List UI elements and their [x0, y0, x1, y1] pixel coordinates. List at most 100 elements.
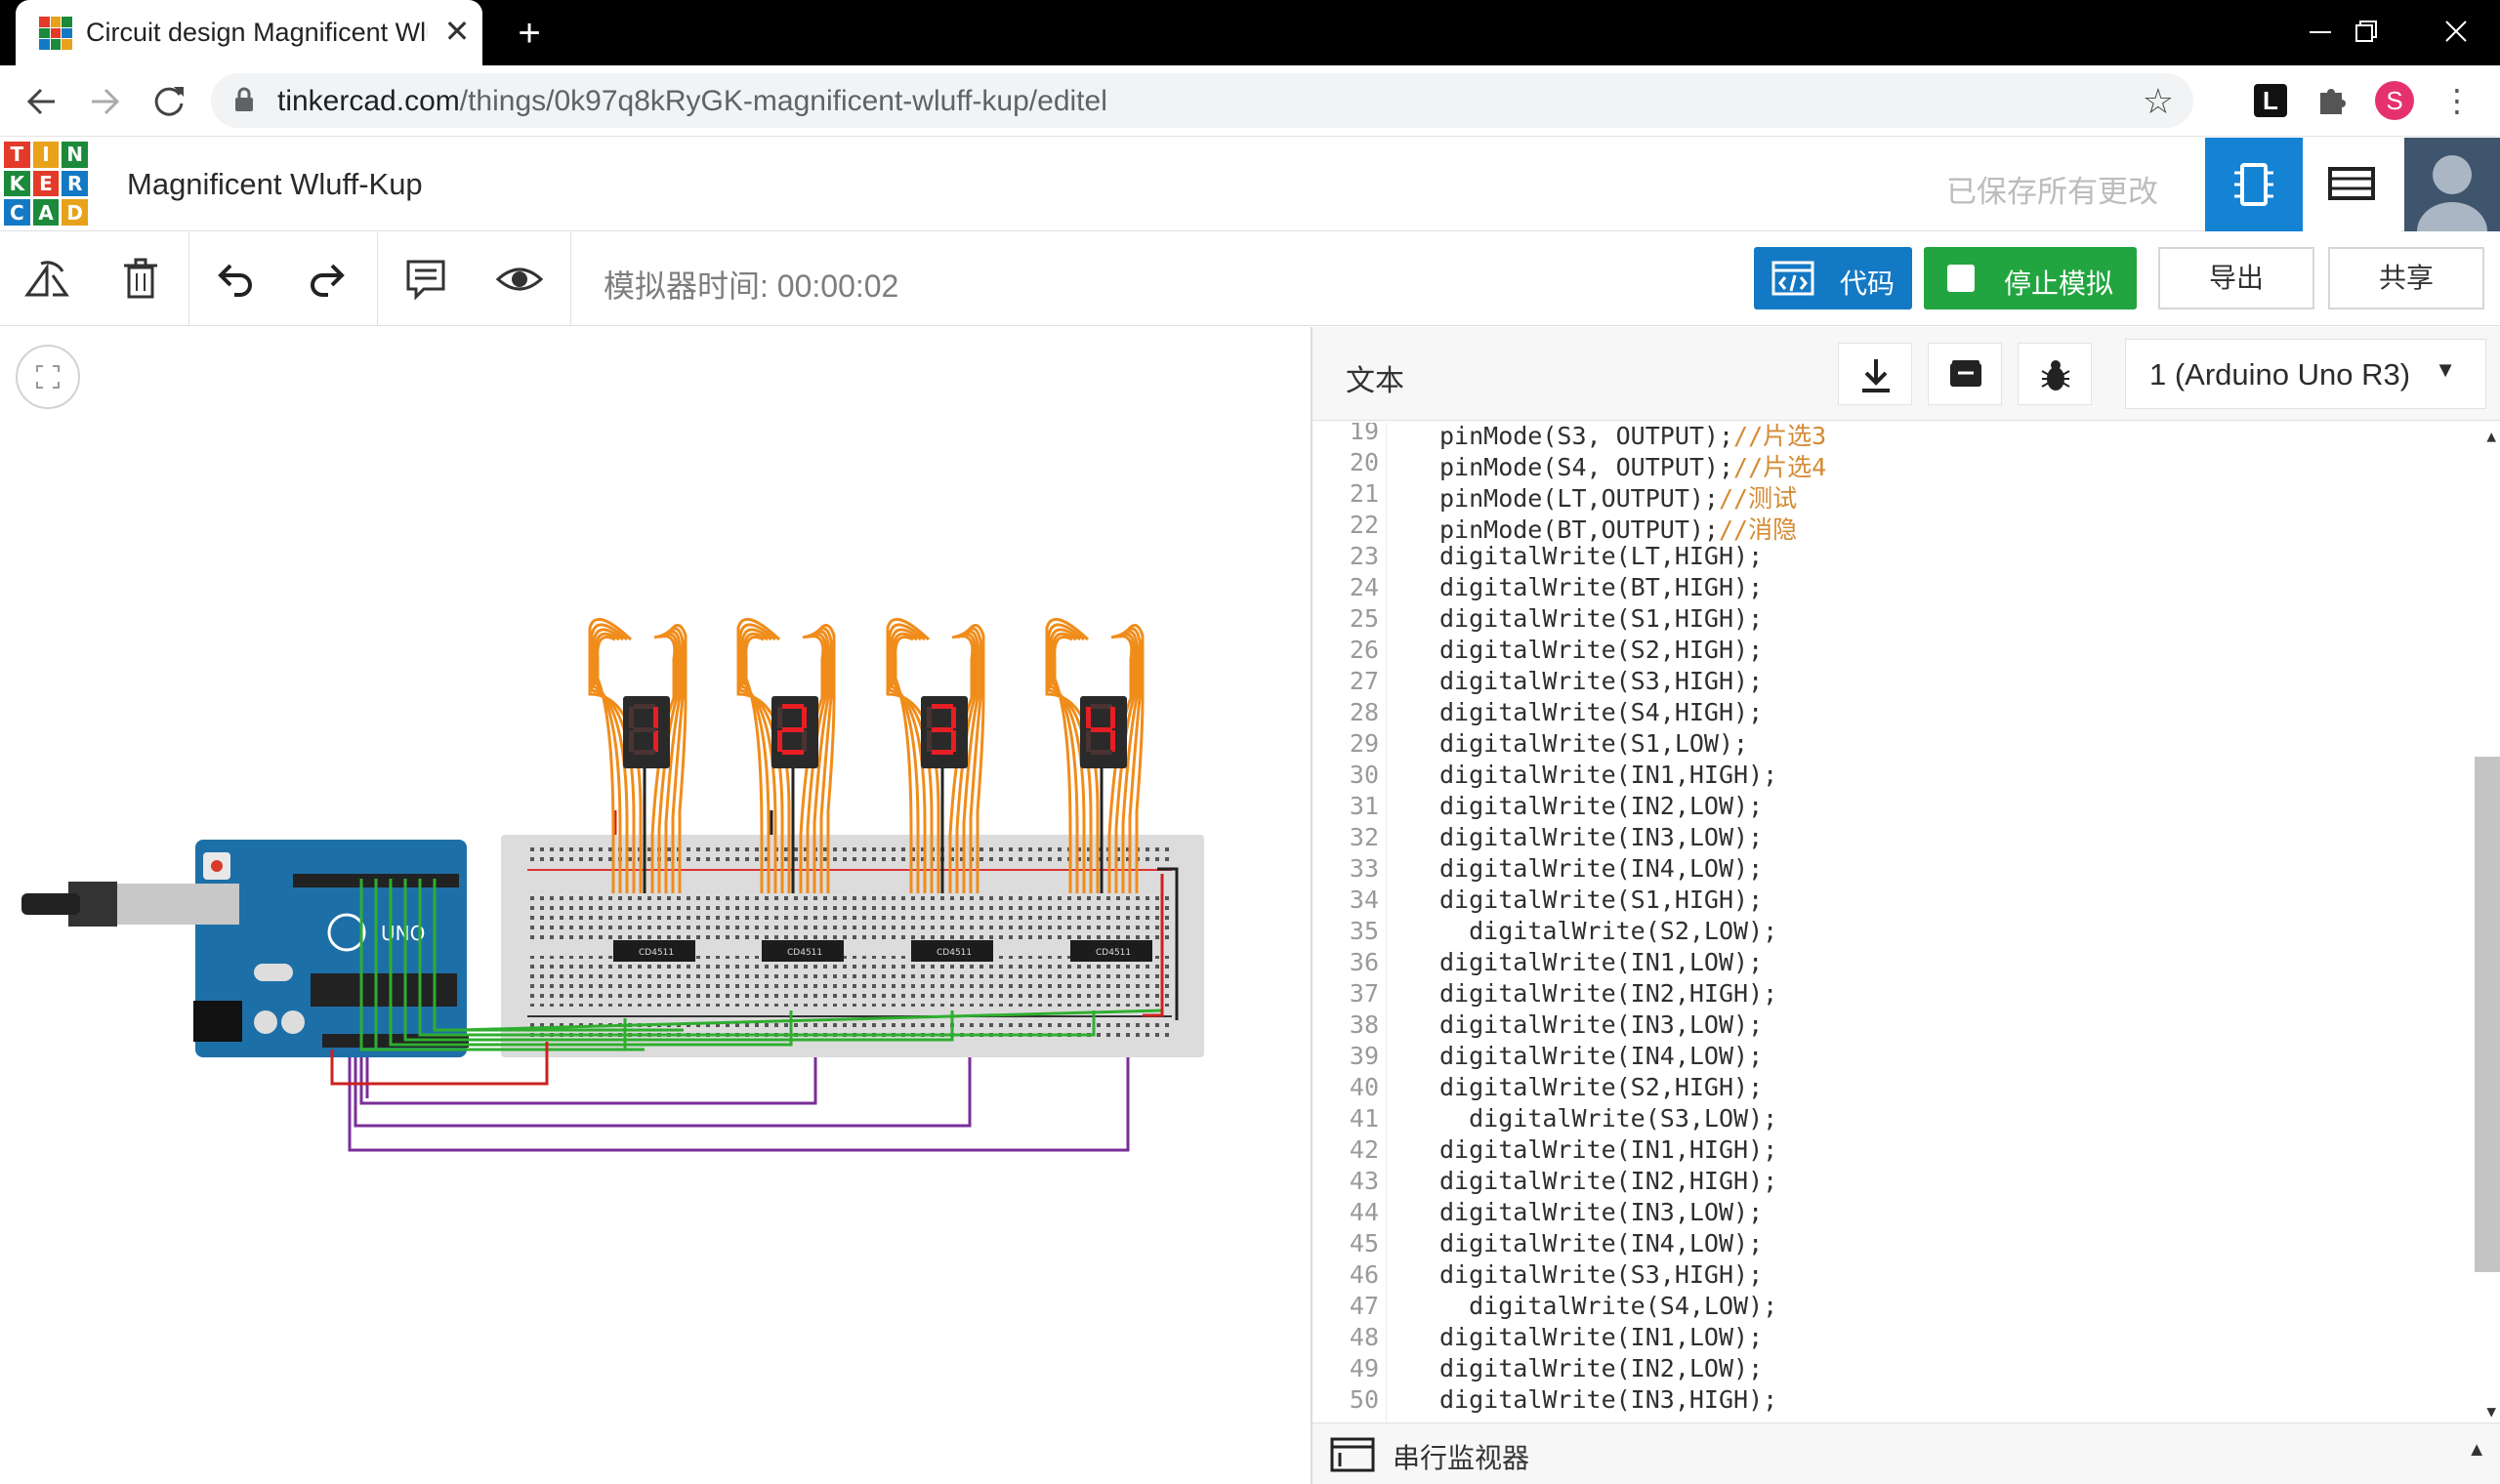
code-line: digitalWrite(S4,LOW); [1439, 1292, 1777, 1320]
arduino-uno-board[interactable]: UNO [21, 840, 469, 1384]
code-editor[interactable]: 19 20 21 22 23 24 25 26 27 28 29 30 31 32 33 34 35 36 37 38… [1312, 423, 2500, 1422]
code-text: digitalWrite(S3,HIGH); [1439, 667, 1764, 695]
code-line: digitalWrite(IN2,LOW); [1439, 1354, 1763, 1382]
component-list-button[interactable] [2303, 138, 2400, 231]
code-line: digitalWrite(IN3,LOW); [1439, 1010, 1763, 1039]
line-number: 24 [1349, 573, 1379, 601]
library-box-icon [1950, 360, 1981, 387]
tinkercad-logo[interactable]: T I N K E R C A D [4, 142, 88, 226]
profile-avatar[interactable]: S [2375, 81, 2414, 120]
debugger-button[interactable] [2018, 343, 2092, 405]
bookmark-star-icon[interactable]: ☆ [2143, 81, 2174, 122]
browser-tab[interactable]: Circuit design Magnificent Wlu ✕ [16, 0, 482, 65]
circuit-workplane[interactable]: UNO CD4511 CD4511 CD4511 CD4511 [0, 327, 1311, 1484]
project-title[interactable]: Magnificent Wluff-Kup [127, 167, 423, 202]
expand-serial-icon[interactable]: ▲ [2467, 1439, 2486, 1462]
app-header: T I N K E R C A D Magnificent Wluff-Kup … [0, 138, 2500, 231]
libraries-button[interactable] [1928, 343, 2002, 405]
close-tab-icon[interactable]: ✕ [438, 12, 477, 51]
serial-monitor-bar[interactable]: 串行监视器 ▲ [1312, 1422, 2500, 1484]
line-number: 20 [1349, 448, 1379, 476]
url-path: /things/0k97q8kRyGK-magnificent-wluff-ku… [459, 85, 1107, 117]
scroll-up-icon[interactable]: ▲ [2486, 427, 2496, 445]
code-text: digitalWrite(IN4,LOW); [1439, 1042, 1764, 1070]
line-number: 28 [1349, 698, 1379, 726]
code-text: digitalWrite(IN1,HIGH); [1439, 761, 1778, 789]
code-line: digitalWrite(IN3,LOW); [1439, 823, 1763, 851]
code-line: digitalWrite(IN4,LOW); [1439, 1042, 1763, 1070]
code-line: digitalWrite(S1,HIGH); [1439, 604, 1763, 633]
line-number: 43 [1349, 1167, 1379, 1195]
browser-menu-icon[interactable]: ⋮ [2438, 81, 2477, 120]
toolbar-divider [188, 232, 189, 326]
undo-icon[interactable] [207, 252, 262, 307]
code-icon [1771, 261, 1814, 296]
code-line: digitalWrite(S2,HIGH); [1439, 1073, 1763, 1101]
code-text: pinMode(S3, OUTPUT); [1439, 423, 1734, 450]
simulator-time: 模拟器时间: 00:00:02 [604, 268, 899, 304]
lock-icon[interactable] [234, 87, 254, 112]
reload-icon[interactable] [146, 79, 191, 124]
code-panel-header: 文本 1 (Arduino Uno R3) ▼ [1312, 327, 2500, 421]
notes-icon[interactable] [398, 252, 453, 307]
device-select[interactable]: 1 (Arduino Uno R3) ▼ [2125, 339, 2486, 409]
visibility-eye-icon[interactable] [492, 252, 547, 307]
export-button[interactable]: 导出 [2158, 247, 2314, 309]
scroll-thumb[interactable] [2475, 757, 2500, 1272]
close-window-icon[interactable] [2432, 10, 2480, 55]
code-text: pinMode(S4, OUTPUT); [1439, 453, 1734, 481]
cd4511-chip[interactable]: CD4511 [911, 940, 993, 962]
chevron-down-icon: ▼ [2435, 357, 2456, 382]
code-text: digitalWrite(IN3,LOW); [1439, 1010, 1764, 1039]
cd4511-chip[interactable]: CD4511 [1070, 940, 1152, 962]
code-text: digitalWrite(IN1,LOW); [1439, 948, 1764, 976]
extension-l-icon[interactable]: L [2254, 84, 2287, 117]
address-bar[interactable]: tinkercad.com/things/0k97q8kRyGK-magnifi… [211, 73, 2193, 128]
back-icon[interactable] [20, 79, 64, 124]
url-domain: tinkercad.com [277, 85, 460, 117]
scroll-down-icon[interactable]: ▼ [2486, 1402, 2496, 1421]
code-text: digitalWrite(S1,HIGH); [1439, 886, 1764, 914]
editor-scrollbar[interactable]: ▲ ▼ [2473, 423, 2500, 1422]
cd4511-chip[interactable]: CD4511 [762, 940, 844, 962]
restore-icon[interactable] [2342, 10, 2391, 55]
forward-icon[interactable] [82, 79, 127, 124]
extensions-puzzle-icon[interactable] [2311, 81, 2350, 120]
code-text: digitalWrite(IN2,LOW); [1439, 792, 1764, 820]
code-mode-label[interactable]: 文本 [1346, 356, 1404, 399]
code-editor-panel: 文本 1 (Arduino Uno R3) ▼ 19 20 21 22 23 24 25 26… [1311, 327, 2500, 1484]
circuit-canvas[interactable]: UNO CD4511 CD4511 CD4511 CD4511 [0, 327, 1311, 1484]
delete-trash-icon[interactable] [113, 252, 168, 307]
code-line: pinMode(S4, OUTPUT);//片选4 [1439, 448, 1826, 483]
code-button[interactable]: 代码 [1754, 247, 1912, 309]
code-line: digitalWrite(IN4,LOW); [1439, 1229, 1763, 1257]
stop-simulation-button[interactable]: 停止模拟 [1924, 247, 2137, 309]
download-icon [1862, 359, 1890, 392]
code-text: digitalWrite(S1,LOW); [1439, 729, 1749, 758]
code-comment: //测试 [1718, 484, 1798, 513]
editor-toolbar: 模拟器时间: 00:00:02 代码 停止模拟 导出 共享 [0, 232, 2500, 326]
redo-icon[interactable] [301, 252, 355, 307]
cd4511-chip[interactable]: CD4511 [613, 940, 695, 962]
line-number: 44 [1349, 1198, 1379, 1226]
line-number: 38 [1349, 1010, 1379, 1039]
code-text: digitalWrite(BT,HIGH); [1439, 573, 1764, 601]
user-avatar[interactable] [2404, 138, 2500, 231]
code-text: digitalWrite(S2,HIGH); [1439, 1073, 1764, 1101]
download-code-button[interactable] [1838, 343, 1912, 405]
circuit-view-button[interactable] [2205, 138, 2303, 231]
chip-label: CD4511 [639, 948, 674, 958]
line-number: 26 [1349, 636, 1379, 664]
serial-monitor-label: 串行监视器 [1393, 1443, 1530, 1473]
minimize-icon[interactable] [2297, 10, 2346, 55]
share-button[interactable]: 共享 [2328, 247, 2484, 309]
line-number: 32 [1349, 823, 1379, 851]
code-line: digitalWrite(S3,LOW); [1439, 1104, 1777, 1133]
logo-letter: T [4, 142, 30, 168]
code-text: digitalWrite(S1,HIGH); [1439, 604, 1764, 633]
rotate-icon[interactable] [20, 252, 74, 307]
new-tab-button[interactable]: + [508, 12, 551, 55]
line-number: 27 [1349, 667, 1379, 695]
code-comment: //片选3 [1733, 423, 1827, 450]
device-select-value: 1 (Arduino Uno R3) [2149, 357, 2411, 392]
